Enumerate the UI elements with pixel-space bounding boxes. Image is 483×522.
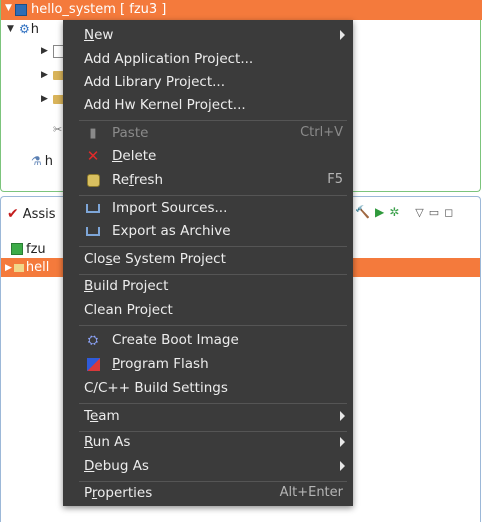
menu-item-label: Paste — [112, 125, 149, 141]
submenu-arrow-icon — [340, 437, 345, 447]
menu-separator — [79, 246, 347, 247]
menu-separator — [79, 195, 347, 196]
menu-item-export-as-archive[interactable]: Export as Archive — [63, 220, 353, 242]
menu-item-label: Export as Archive — [112, 223, 231, 239]
view-menu-icon[interactable]: ▽ — [415, 206, 423, 219]
collapse-arrow-icon[interactable]: ▶ — [41, 70, 53, 80]
child-label: h — [30, 21, 40, 37]
menu-item-add-application-project[interactable]: Add Application Project... — [63, 48, 353, 70]
menu-item-run-as[interactable]: Run As — [63, 431, 353, 453]
menu-separator — [79, 120, 347, 121]
menu-item-import-sources[interactable]: Import Sources... — [63, 197, 353, 219]
menu-item-label: Import Sources... — [112, 200, 228, 216]
settings-icon: ⚙ — [19, 22, 30, 36]
build-icon[interactable]: 🔨 — [355, 205, 370, 219]
maximize-icon[interactable]: ◻ — [444, 206, 453, 219]
check-icon: ✔ — [7, 206, 19, 222]
assistant-tab[interactable]: ✔ Assis — [7, 206, 56, 222]
folder-icon — [13, 263, 24, 272]
refresh-icon — [85, 172, 101, 188]
submenu-arrow-icon — [340, 461, 345, 471]
menu-item-label: Team — [84, 408, 120, 424]
menu-item-label: Run As — [84, 434, 131, 450]
menu-item-label: Properties — [84, 485, 153, 501]
flash-icon — [85, 356, 101, 372]
assistant-title: Assis — [22, 206, 56, 222]
flask-icon: ⚗ — [31, 154, 42, 168]
collapse-arrow-icon[interactable]: ▶ — [41, 46, 53, 56]
tree-row-child[interactable]: ▼ ⚙ h — [7, 20, 39, 38]
menu-item-debug-as[interactable]: Debug As — [63, 455, 353, 477]
menu-item-accelerator: Ctrl+V — [300, 125, 343, 140]
submenu-arrow-icon — [340, 30, 345, 40]
tree-row-hello-system[interactable]: ▼ hello_system [ fzu3 ] — [1, 0, 482, 20]
expand-arrow-icon[interactable]: ▼ — [7, 24, 19, 34]
menu-item-label: Add Hw Kernel Project... — [84, 97, 246, 113]
row-label: fzu — [26, 241, 46, 257]
menu-item-create-boot-image[interactable]: ⛭ Create Boot Image — [63, 329, 353, 351]
export-icon — [85, 223, 101, 239]
tree-row[interactable]: ✂ — [53, 120, 62, 138]
menu-item-label: Refresh — [112, 172, 164, 188]
run-icon[interactable]: ▶ — [375, 205, 384, 219]
menu-item-clean-project[interactable]: Clean Project — [63, 299, 353, 321]
menu-item-build-project[interactable]: Build Project — [63, 275, 353, 297]
import-icon — [85, 200, 101, 216]
child-label: h — [44, 153, 54, 169]
menu-item-add-hw-kernel-project[interactable]: Add Hw Kernel Project... — [63, 94, 353, 116]
paste-icon: ▮ — [89, 125, 97, 141]
platform-icon — [11, 243, 23, 255]
collapse-arrow-icon[interactable]: ▶ — [41, 94, 53, 104]
tree-row[interactable]: ⚗ h — [31, 152, 53, 170]
boot-image-icon: ⛭ — [87, 332, 99, 348]
context-menu: New Add Application Project... Add Libra… — [63, 20, 353, 506]
menu-item-accelerator: Alt+Enter — [279, 485, 343, 500]
assistant-toolbar: 🔨 ▶ ✲ ▽ ▭ ◻ — [355, 205, 453, 219]
menu-item-label: Program Flash — [112, 356, 209, 372]
menu-item-label: Delete — [112, 148, 157, 164]
menu-separator — [79, 403, 347, 404]
menu-item-new[interactable]: New — [63, 24, 353, 46]
menu-item-label: Build Project — [84, 278, 169, 294]
tree-row[interactable]: ▶ — [41, 90, 65, 108]
submenu-arrow-icon — [340, 411, 345, 421]
menu-item-close-system-project[interactable]: Close System Project — [63, 248, 353, 270]
project-label: hello_system [ fzu3 ] — [31, 2, 167, 17]
menu-item-label: C/C++ Build Settings — [84, 380, 228, 396]
menu-item-refresh[interactable]: Refresh F5 — [63, 169, 353, 191]
menu-item-team[interactable]: Team — [63, 405, 353, 427]
menu-item-label: Add Application Project... — [84, 51, 254, 67]
menu-item-paste[interactable]: ▮ Paste Ctrl+V — [63, 122, 353, 144]
menu-item-program-flash[interactable]: Program Flash — [63, 353, 353, 375]
menu-item-label: Close System Project — [84, 251, 226, 267]
menu-item-label: Debug As — [84, 458, 149, 474]
menu-item-label: Add Library Project... — [84, 74, 225, 90]
tools-icon: ✂ — [53, 122, 63, 136]
collapse-arrow-icon[interactable]: ▶ — [5, 263, 12, 273]
tree-row-fzu[interactable]: fzu — [11, 240, 46, 258]
tree-row[interactable]: ▶ — [41, 42, 65, 60]
row-label: hell — [25, 260, 50, 275]
menu-item-label: Create Boot Image — [112, 332, 239, 348]
menu-separator — [79, 325, 347, 326]
menu-item-delete[interactable]: ✕ Delete — [63, 145, 353, 167]
menu-item-label: New — [84, 27, 114, 43]
menu-item-build-settings[interactable]: C/C++ Build Settings — [63, 377, 353, 399]
delete-icon: ✕ — [86, 147, 100, 165]
menu-item-add-library-project[interactable]: Add Library Project... — [63, 71, 353, 93]
expand-arrow-icon[interactable]: ▼ — [5, 3, 12, 13]
menu-item-properties[interactable]: Properties Alt+Enter — [63, 482, 353, 504]
debug-icon[interactable]: ✲ — [389, 205, 399, 219]
tree-row[interactable]: ▶ — [41, 66, 65, 84]
menu-item-accelerator: F5 — [327, 172, 343, 187]
system-project-icon — [15, 4, 27, 16]
minimize-icon[interactable]: ▭ — [429, 206, 439, 219]
menu-item-label: Clean Project — [84, 302, 173, 318]
